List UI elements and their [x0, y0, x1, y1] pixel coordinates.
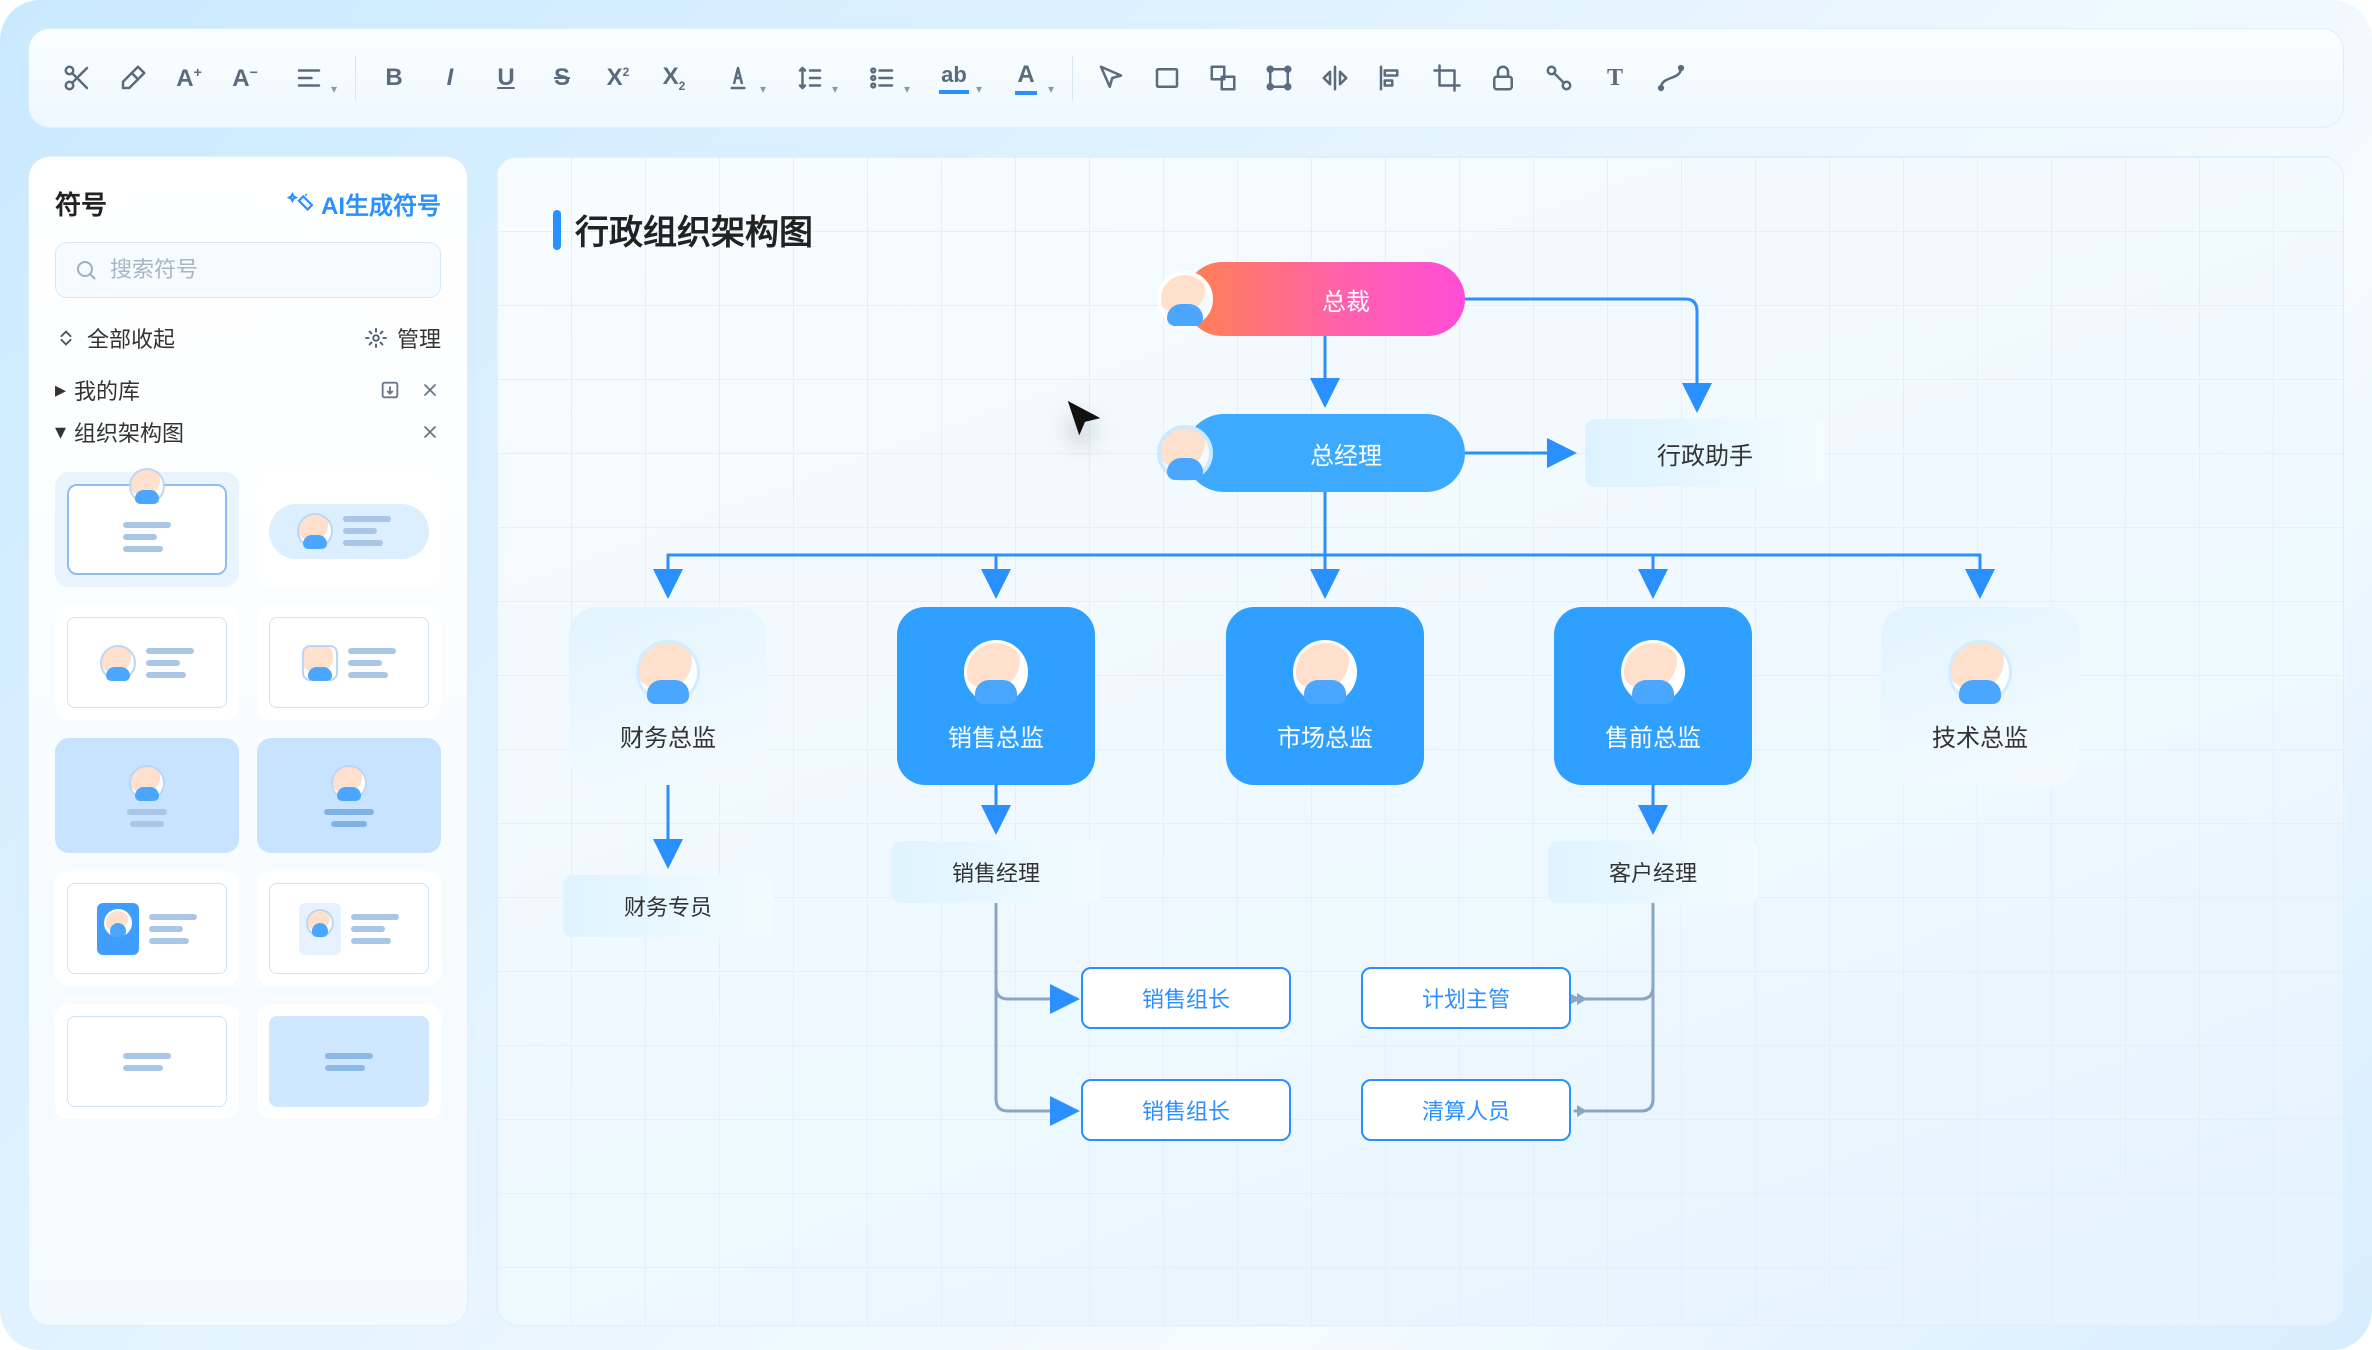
app-frame: A+ A− B I U S X2 X2 ab A T 符号	[0, 0, 2372, 1350]
pointer-icon[interactable]	[1089, 56, 1133, 100]
node-sales-lead-1[interactable]: 销售组长	[1081, 967, 1291, 1029]
node-tech-director[interactable]: 技术总监	[1881, 607, 2079, 785]
shape-template[interactable]	[55, 1004, 239, 1119]
sidebar: 符号 AI生成符号 全部收起 管理	[28, 156, 468, 1326]
node-finance-spec[interactable]: 财务专员	[563, 875, 773, 937]
separator	[1072, 56, 1073, 100]
align-icon[interactable]	[279, 56, 339, 100]
lock-icon[interactable]	[1481, 56, 1525, 100]
underline-icon[interactable]: U	[484, 56, 528, 100]
node-plan-supervisor[interactable]: 计划主管	[1361, 967, 1571, 1029]
shape-template[interactable]	[257, 871, 441, 986]
category-my-library[interactable]: ▸ 我的库	[55, 374, 441, 406]
manage-button[interactable]: 管理	[365, 322, 441, 354]
node-sales-director[interactable]: 销售总监	[897, 607, 1095, 785]
ai-generate-label: AI生成符号	[321, 186, 441, 221]
shape-template[interactable]	[55, 871, 239, 986]
shape-template[interactable]	[257, 738, 441, 853]
node-cust-mgr[interactable]: 客户经理	[1548, 841, 1758, 903]
ai-generate-button[interactable]: AI生成符号	[287, 186, 441, 221]
node-general-manager[interactable]: 总经理	[1185, 414, 1465, 492]
node-assistant[interactable]: 行政助手	[1585, 419, 1825, 487]
node-president[interactable]: 总裁	[1185, 262, 1465, 336]
close-icon[interactable]	[419, 421, 441, 443]
node-market-director[interactable]: 市场总监	[1226, 607, 1424, 785]
toolbar: A+ A− B I U S X2 X2 ab A T	[28, 28, 2344, 128]
bold-icon[interactable]: B	[372, 56, 416, 100]
font-color-a-icon[interactable]: A	[996, 56, 1056, 100]
bounding-icon[interactable]	[1257, 56, 1301, 100]
font-increase-icon[interactable]: A+	[167, 56, 211, 100]
strike-icon[interactable]: S	[540, 56, 584, 100]
group-icon[interactable]	[1201, 56, 1245, 100]
list-bullet-icon[interactable]	[852, 56, 912, 100]
scissors-icon[interactable]	[55, 56, 99, 100]
shape-template[interactable]	[257, 605, 441, 720]
shape-template[interactable]	[257, 1004, 441, 1119]
flip-h-icon[interactable]	[1313, 56, 1357, 100]
bezier-icon[interactable]	[1649, 56, 1693, 100]
cursor-icon	[1062, 397, 1108, 448]
eraser-icon[interactable]	[111, 56, 155, 100]
search-input[interactable]	[110, 257, 422, 283]
shape-template[interactable]	[55, 472, 239, 587]
align-left-obj-icon[interactable]	[1369, 56, 1413, 100]
node-presales-director[interactable]: 售前总监	[1554, 607, 1752, 785]
search-input-wrapper[interactable]	[55, 242, 441, 298]
search-icon	[74, 258, 98, 282]
highlight-icon[interactable]: ab	[924, 56, 984, 100]
superscript-icon[interactable]: X2	[596, 56, 640, 100]
shape-template[interactable]	[257, 472, 441, 587]
category-org-chart[interactable]: ▾ 组织架构图	[55, 416, 441, 448]
import-icon[interactable]	[379, 379, 401, 401]
node-sales-lead-2[interactable]: 销售组长	[1081, 1079, 1291, 1141]
collapse-all-button[interactable]: 全部收起	[55, 322, 175, 354]
rectangle-icon[interactable]	[1145, 56, 1189, 100]
text-color-icon[interactable]	[708, 56, 768, 100]
line-height-icon[interactable]	[780, 56, 840, 100]
text-tool-icon[interactable]: T	[1593, 56, 1637, 100]
connector-icon[interactable]	[1537, 56, 1581, 100]
close-icon[interactable]	[419, 379, 441, 401]
font-decrease-icon[interactable]: A−	[223, 56, 267, 100]
crop-icon[interactable]	[1425, 56, 1469, 100]
italic-icon[interactable]: I	[428, 56, 472, 100]
shape-grid	[55, 472, 441, 1119]
separator	[355, 56, 356, 100]
node-settlement-staff[interactable]: 清算人员	[1361, 1079, 1571, 1141]
magic-icon	[287, 191, 313, 217]
canvas-title: 行政组织架构图	[553, 205, 813, 254]
sidebar-title: 符号	[55, 185, 107, 222]
shape-template[interactable]	[55, 605, 239, 720]
shape-template[interactable]	[55, 738, 239, 853]
subscript-icon[interactable]: X2	[652, 56, 696, 100]
node-sales-mgr[interactable]: 销售经理	[891, 841, 1101, 903]
node-finance-director[interactable]: 财务总监	[569, 607, 767, 785]
canvas[interactable]: 行政组织架构图	[496, 156, 2344, 1326]
